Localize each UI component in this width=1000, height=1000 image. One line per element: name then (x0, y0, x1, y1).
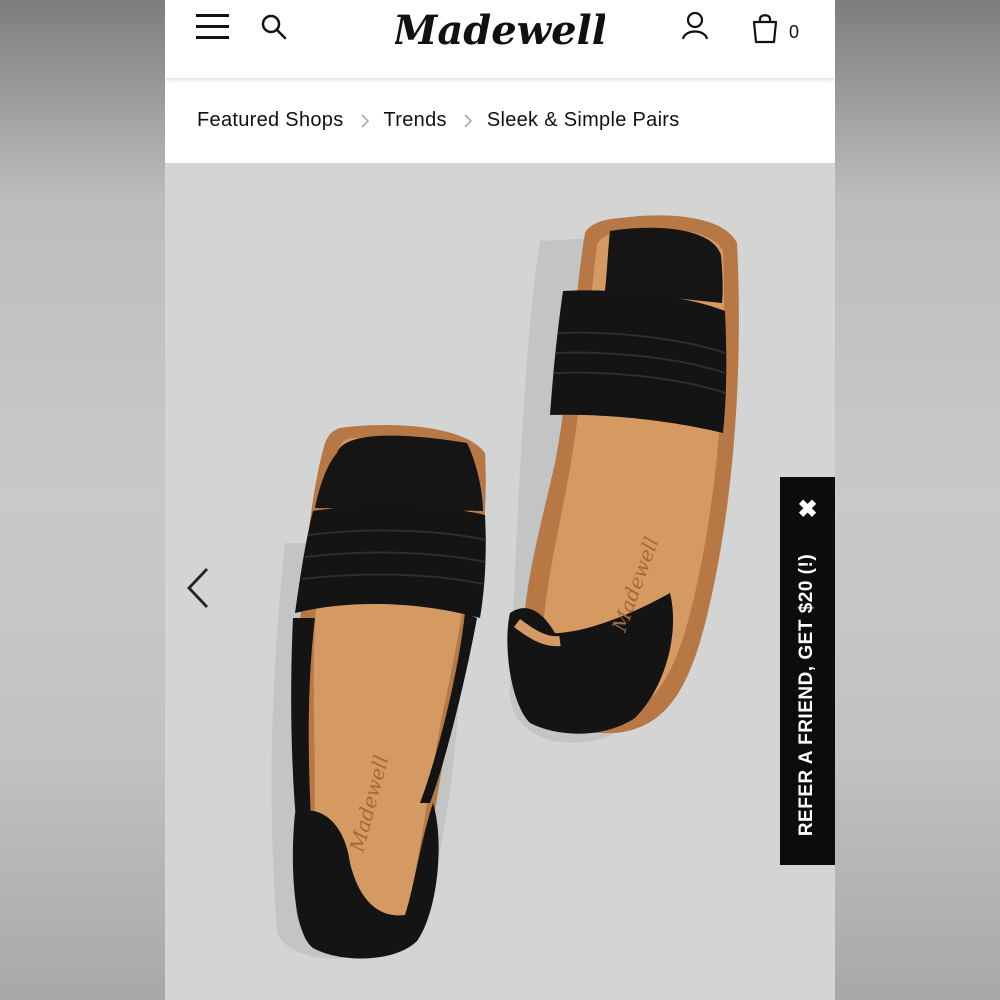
search-icon[interactable] (259, 12, 289, 42)
left-backdrop (0, 0, 165, 1000)
refer-a-friend-label[interactable]: REFER A FRIEND, GET $20 (!) (796, 554, 818, 836)
site-header: Madewell 0 (165, 0, 835, 78)
chevron-left-icon[interactable] (183, 565, 213, 611)
product-image: Madewell Madewell ✖ REFER A FRIEND, GET … (165, 163, 835, 1000)
madewell-logo[interactable]: Madewell (395, 4, 605, 64)
sandals-illustration: Madewell Madewell (271, 215, 739, 959)
bag-count[interactable]: 0 (789, 22, 799, 43)
chevron-right-icon (461, 112, 475, 128)
chevron-right-icon (358, 112, 372, 128)
breadcrumb: Featured Shops Trends Sleek & Simple Pai… (197, 104, 680, 136)
logo-wordmark: Madewell (395, 7, 605, 54)
refer-a-friend-tab[interactable]: ✖ REFER A FRIEND, GET $20 (!) (780, 477, 835, 865)
left-sandal-strap (295, 505, 486, 618)
right-sandal-strap (550, 290, 727, 433)
breadcrumb-trends[interactable]: Trends (384, 109, 447, 132)
breadcrumb-featured-shops[interactable]: Featured Shops (197, 109, 344, 132)
right-backdrop (835, 0, 1000, 1000)
close-icon[interactable]: ✖ (780, 495, 835, 525)
breadcrumb-sleek-simple-pairs[interactable]: Sleek & Simple Pairs (487, 109, 680, 132)
menu-icon[interactable] (195, 12, 231, 44)
mobile-page: Madewell 0 Featured Shops Trends Sleek &… (165, 0, 835, 1000)
account-icon[interactable] (679, 10, 711, 42)
bag-icon[interactable] (751, 12, 779, 44)
